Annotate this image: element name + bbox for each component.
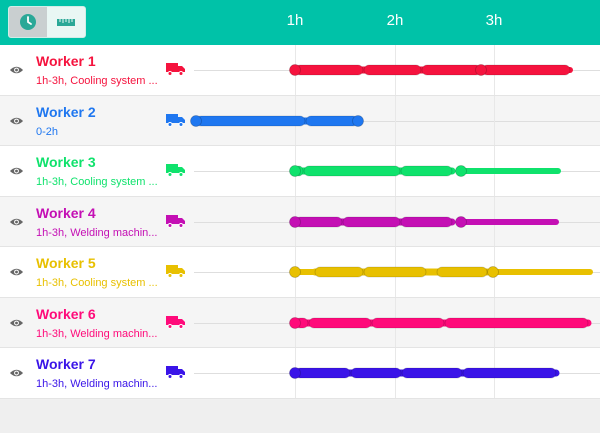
task-segment: [363, 266, 427, 278]
task-segment: [305, 115, 359, 126]
task-segment: [462, 367, 557, 379]
view-toggle-group: [8, 6, 86, 38]
task-segment: [294, 64, 364, 76]
timeline-bar[interactable]: [0, 197, 600, 247]
worker-row[interactable]: Worker 5 1h-3h, Cooling system ...: [0, 247, 600, 298]
task-segment: [363, 64, 422, 76]
time-label-1h: 1h: [286, 12, 304, 29]
stop-dot: [455, 165, 467, 177]
ruler-view-button[interactable]: [47, 7, 85, 37]
clock-view-button[interactable]: [9, 7, 47, 37]
timeline-bar[interactable]: [0, 45, 600, 95]
worker-row[interactable]: Worker 2 0-2h: [0, 95, 600, 146]
worker-row[interactable]: Worker 4 1h-3h, Welding machin...: [0, 196, 600, 247]
empty-area: [0, 400, 600, 433]
task-segment: [436, 266, 488, 278]
timeline-bar[interactable]: [0, 146, 600, 196]
stop-dot: [289, 367, 301, 379]
timeline-bar[interactable]: [0, 298, 600, 348]
ruler-icon: [57, 19, 75, 26]
stop-dot: [289, 266, 301, 278]
task-segment: [400, 165, 453, 177]
task-segment: [444, 317, 589, 328]
worker-row[interactable]: Worker 3 1h-3h, Cooling system ...: [0, 146, 600, 197]
time-label-3h: 3h: [485, 12, 503, 29]
task-segment: [294, 367, 351, 379]
task-segment: [421, 64, 482, 76]
task-segment: [350, 367, 402, 379]
task-segment: [481, 64, 571, 76]
timeline-bar[interactable]: [0, 247, 600, 297]
stop-dot: [475, 64, 487, 76]
task-segment: [294, 216, 343, 227]
timeline-bar[interactable]: [0, 348, 600, 398]
task-segment: [308, 317, 372, 328]
clock-icon: [20, 14, 36, 30]
stop-dot: [289, 215, 301, 228]
stop-dot: [352, 114, 364, 127]
stop-dot: [289, 64, 301, 76]
worker-row[interactable]: Worker 1 1h-3h, Cooling system ...: [0, 45, 600, 96]
worker-row[interactable]: Worker 6 1h-3h, Welding machin...: [0, 297, 600, 348]
task-segment: [401, 367, 463, 379]
task-segment: [303, 165, 401, 177]
task-segment: [195, 115, 306, 126]
worker-row[interactable]: Worker 7 1h-3h, Welding machin...: [0, 348, 600, 399]
timeline-bar[interactable]: [0, 96, 600, 146]
stop-dot: [289, 165, 301, 177]
task-segment: [400, 216, 453, 227]
task-segment: [371, 317, 445, 328]
stop-dot: [289, 316, 301, 329]
stop-dot: [455, 215, 467, 228]
task-segment: [314, 266, 364, 278]
task-segment: [342, 216, 401, 227]
top-toolbar: 1h 2h 3h: [0, 0, 600, 45]
stop-dot: [190, 114, 202, 127]
time-label-2h: 2h: [386, 12, 404, 29]
worker-list: Worker 1 1h-3h, Cooling system ... Worke…: [0, 45, 600, 399]
stop-dot: [487, 266, 499, 278]
